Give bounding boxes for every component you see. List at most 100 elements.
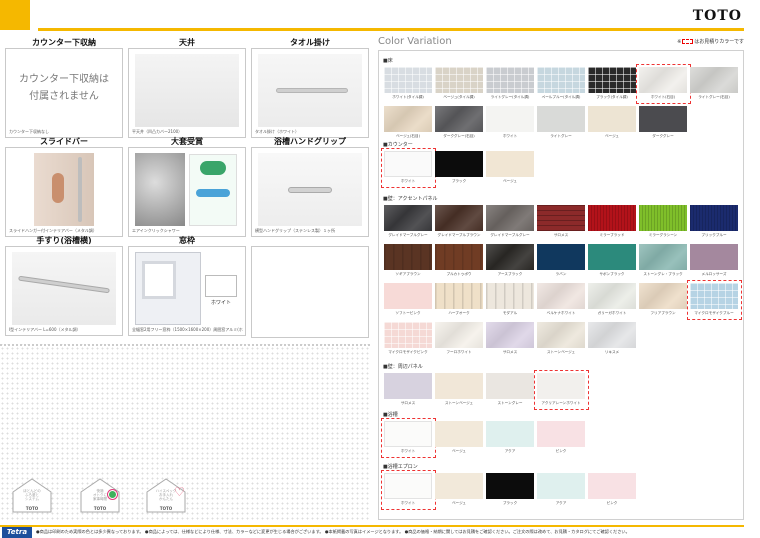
- swatch-label: モダアル: [502, 311, 518, 315]
- swatch-chip: [639, 67, 687, 93]
- swatch-chip: [486, 373, 534, 399]
- color-swatch: ソギアブラウン: [384, 244, 432, 276]
- color-swatch: ベージュ: [435, 473, 483, 505]
- swatch-label: ラバン: [555, 272, 567, 276]
- swatch-label: ブラック(タイル調): [596, 95, 628, 99]
- feature-card: 大套受賞 エアインクリックシャワー: [128, 136, 246, 237]
- swatch-label: グレイドマーブルブラウン: [437, 233, 481, 237]
- swatch-label: マイクロモザイクピンク: [388, 350, 428, 354]
- swatch-label: ブラック: [502, 501, 518, 505]
- swatch-chip: [384, 421, 432, 447]
- feature-image: 横型ハンドグリップ（ステンレス製）１ヶ所: [251, 147, 369, 237]
- feature-house-icon: 快適 オトクに 家事時間 TOTO: [78, 476, 122, 514]
- swatch-chip: [486, 322, 534, 348]
- swatch-label: ストーンベージュ: [546, 350, 576, 354]
- color-swatch: ベージュ: [588, 106, 636, 138]
- note-prefix: ※: [677, 39, 682, 45]
- swatch-chip: [537, 205, 585, 231]
- header-rule: [38, 28, 744, 31]
- swatch-label: マイクロモザイクブルー: [694, 311, 734, 315]
- swatch-chip: [435, 205, 483, 231]
- color-swatch: ピンク: [588, 473, 636, 505]
- swatch-label: サロメス: [502, 350, 518, 354]
- swatch-label: ベージュ(石目): [395, 134, 421, 138]
- color-swatch: グレイドマーブルグレー: [384, 205, 432, 237]
- swatch-chip: [588, 67, 636, 93]
- color-swatch: アースブラック: [486, 244, 534, 276]
- swatch-label: ホワイト(タイル調): [392, 95, 424, 99]
- feature-card: スライドバー スライドハンガー付インテリアバー（メタル調）: [5, 136, 123, 237]
- color-section-label: ■壁：周辺パネル: [383, 364, 423, 370]
- header-accent-block: [0, 0, 30, 30]
- swatch-chip: [588, 205, 636, 231]
- color-swatch: ホワイト(石目): [636, 64, 691, 104]
- feature-house-icon: ハイスペック お手入れ かんたん TOTO ♡: [144, 476, 188, 514]
- feature-caption: 平天井（凹凸カバー2100）: [132, 129, 183, 134]
- swatch-chip: [384, 67, 432, 93]
- color-swatch: ホワイト(タイル調): [384, 67, 432, 99]
- note-suffix: はお見積りカラーです: [694, 39, 744, 45]
- swatch-chip: [384, 283, 432, 309]
- color-swatch: アクア: [486, 421, 534, 453]
- swatch-label: ライトグレー(石目): [698, 95, 730, 99]
- color-swatch: ホワイト: [381, 470, 436, 510]
- heart-icon: ♡: [174, 485, 185, 499]
- color-swatch: ライトグレー(石目): [690, 67, 738, 99]
- swatch-chip: [588, 244, 636, 270]
- swatch-chip: [537, 106, 585, 132]
- swatch-chip: [435, 283, 483, 309]
- swatch-chip: [486, 106, 534, 132]
- feature-image: スライドハンガー付インテリアバー（メタル調）: [5, 147, 123, 237]
- swatch-label: ピンク: [555, 449, 567, 453]
- color-swatch: サボンブラック: [588, 244, 636, 276]
- color-swatch: サロメス: [486, 322, 534, 354]
- house-label: ほとんどの ふろ釜と システム: [23, 489, 41, 501]
- swatch-label: リキスメ: [604, 350, 620, 354]
- swatch-chip: [435, 244, 483, 270]
- swatch-label: サロメス: [400, 401, 416, 405]
- swatch-label: ピンク: [606, 501, 618, 505]
- color-swatch: フリアブラウン: [639, 283, 687, 315]
- swatch-label: ミラーブラッド: [599, 233, 625, 237]
- feature-image: エアインクリックシャワー: [128, 147, 246, 237]
- swatch-chip: [690, 283, 738, 309]
- tetra-logo: Tetra: [2, 527, 32, 538]
- swatch-chip: [639, 106, 687, 132]
- color-swatch: モダアル: [486, 283, 534, 315]
- swatch-chip: [435, 106, 483, 132]
- swatch-chip: [486, 67, 534, 93]
- color-swatch: ホワイト: [381, 418, 436, 458]
- swatch-label: ストーングレー: [497, 401, 523, 405]
- feature-caption: 全幅窓2用フリー窓枠（1500×1600×200）周囲窓アルミ(ホワイト): [132, 327, 243, 332]
- footer-rule: [0, 525, 744, 527]
- color-swatch: ダークグレー: [639, 106, 687, 138]
- color-swatch: アクリアレーンホワイト: [534, 370, 589, 410]
- swatch-label: ハーブオーク: [448, 311, 470, 315]
- swatch-label: ダークグレー: [652, 134, 674, 138]
- color-swatch: フーロホワイト: [435, 322, 483, 354]
- swatch-label: グレイドマーブルグレー: [388, 233, 428, 237]
- swatch-label: フーロホワイト: [446, 350, 472, 354]
- color-section-label: ■浴槽エプロン: [383, 464, 418, 470]
- feature-card: 窓枠ホワイト全幅窓2用フリー窓枠（1500×1600×200）周囲窓アルミ(ホワ…: [128, 235, 246, 336]
- color-swatch: マイクロモザイクブルー: [687, 280, 742, 320]
- swatch-chip: [537, 322, 585, 348]
- swatch-label: ホワイト: [502, 134, 518, 138]
- feature-title: 天井: [179, 38, 195, 47]
- color-swatch: ペールブルー(タイル調): [537, 67, 585, 99]
- swatch-label: ミラーグラシーン: [648, 233, 678, 237]
- swatch-chip: [435, 322, 483, 348]
- swatch-chip: [588, 106, 636, 132]
- brand-logo: TOTO: [692, 8, 742, 24]
- feature-caption: I型インテリアバー L=600（メタル調）: [9, 327, 81, 332]
- color-swatch: アクア: [537, 473, 585, 505]
- swatch-label: フリアブラウン: [650, 311, 676, 315]
- swatch-label: ホワイト: [400, 449, 416, 453]
- swatch-chip: [537, 244, 585, 270]
- swatch-chip: [435, 473, 483, 499]
- feature-caption: エアインクリックシャワー: [132, 228, 180, 233]
- color-swatch: ブラック: [435, 151, 483, 183]
- swatch-chip: [639, 244, 687, 270]
- swatch-label: ブラック: [451, 179, 467, 183]
- color-swatch: ブリックブルー: [690, 205, 738, 237]
